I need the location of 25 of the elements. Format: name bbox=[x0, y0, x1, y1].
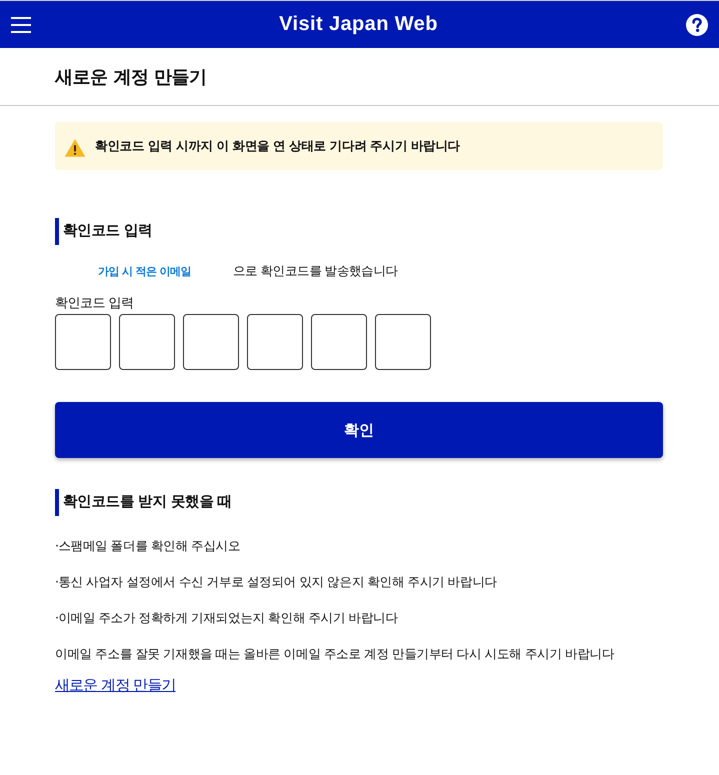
page-title: 새로운 계정 만들기 bbox=[55, 66, 207, 88]
app-title: Visit Japan Web bbox=[279, 13, 438, 36]
warning-icon bbox=[65, 139, 85, 157]
code-digit-field[interactable] bbox=[375, 314, 431, 370]
code-label: 확인코드 입력 bbox=[55, 296, 134, 312]
confirm-button[interactable]: 확인 bbox=[55, 402, 663, 458]
section-heading: 확인코드를 받지 못했을 때 bbox=[55, 489, 232, 516]
note-text: 이메일 주소를 잘못 기재했을 때는 올바른 이메일 주소로 계정 만들기부터 다시 시도해 주시기 바랍니다 bbox=[55, 646, 614, 662]
code-digit-field[interactable] bbox=[55, 314, 111, 370]
menu-button[interactable] bbox=[11, 16, 31, 32]
section-heading: 확인코드 입력 bbox=[55, 218, 152, 245]
tip-text: ·스팸메일 폴더를 확인해 주십시오 bbox=[55, 538, 240, 554]
create-account-link[interactable]: 새로운 계정 만들기 bbox=[55, 676, 176, 695]
code-digit-field[interactable] bbox=[311, 314, 367, 370]
email-address: 가입 시 적은 이메일 bbox=[98, 264, 191, 279]
code-digit-field[interactable] bbox=[247, 314, 303, 370]
help-icon bbox=[686, 14, 708, 36]
help-button[interactable] bbox=[686, 14, 708, 36]
menu-icon bbox=[11, 16, 31, 32]
code-digit-field[interactable] bbox=[119, 314, 175, 370]
tip-text: ·통신 사업자 설정에서 수신 거부로 설정되어 있지 않은지 확인해 주시기 바랍니다 bbox=[55, 574, 497, 590]
code-digit-field[interactable] bbox=[183, 314, 239, 370]
tip-text: ·이메일 주소가 정확하게 기재되었는지 확인해 주시기 바랍니다 bbox=[55, 610, 398, 626]
notice-text: 확인코드 입력 시까지 이 화면을 연 상태로 기다려 주시기 바랍니다 bbox=[95, 138, 460, 154]
sent-message: 으로 확인코드를 발송했습니다 bbox=[232, 263, 398, 280]
